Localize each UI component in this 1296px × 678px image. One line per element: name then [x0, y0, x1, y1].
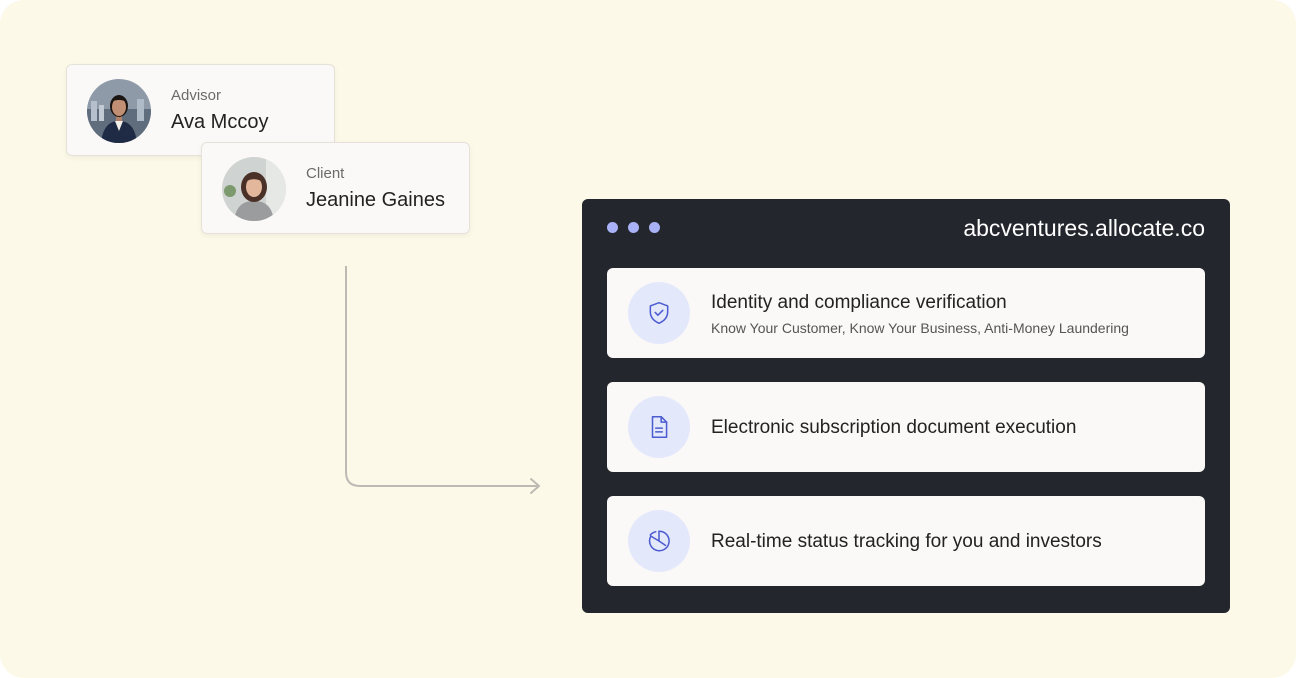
window-dot — [649, 222, 660, 233]
advisor-name: Ava Mccoy — [171, 111, 269, 133]
window-dot — [607, 222, 618, 233]
advisor-avatar — [87, 79, 151, 143]
browser-url: abcventures.allocate.co — [963, 215, 1205, 241]
window-dot — [628, 222, 639, 233]
feature-title: Identity and compliance verification — [711, 292, 1007, 313]
connector-arrow — [345, 266, 540, 494]
feature-identity-verification: Identity and compliance verification Kno… — [607, 268, 1205, 358]
document-icon — [628, 396, 690, 458]
client-card: Client Jeanine Gaines — [201, 142, 470, 234]
feature-title: Real-time status tracking for you and in… — [711, 531, 1102, 552]
shield-check-icon — [628, 282, 690, 344]
canvas: Advisor Ava Mccoy Client Jeanine Gaines — [0, 0, 1296, 678]
window-controls — [607, 222, 660, 233]
client-name: Jeanine Gaines — [306, 189, 445, 211]
feature-subtitle: Know Your Customer, Know Your Business, … — [711, 320, 1129, 336]
feature-document-execution: Electronic subscription document executi… — [607, 382, 1205, 472]
pie-chart-icon — [628, 510, 690, 572]
feature-status-tracking: Real-time status tracking for you and in… — [607, 496, 1205, 586]
client-avatar — [222, 157, 286, 221]
browser-window: abcventures.allocate.co Identity and com… — [582, 199, 1230, 613]
feature-title: Electronic subscription document executi… — [711, 417, 1077, 438]
client-role-label: Client — [306, 165, 345, 182]
advisor-role-label: Advisor — [171, 87, 222, 104]
